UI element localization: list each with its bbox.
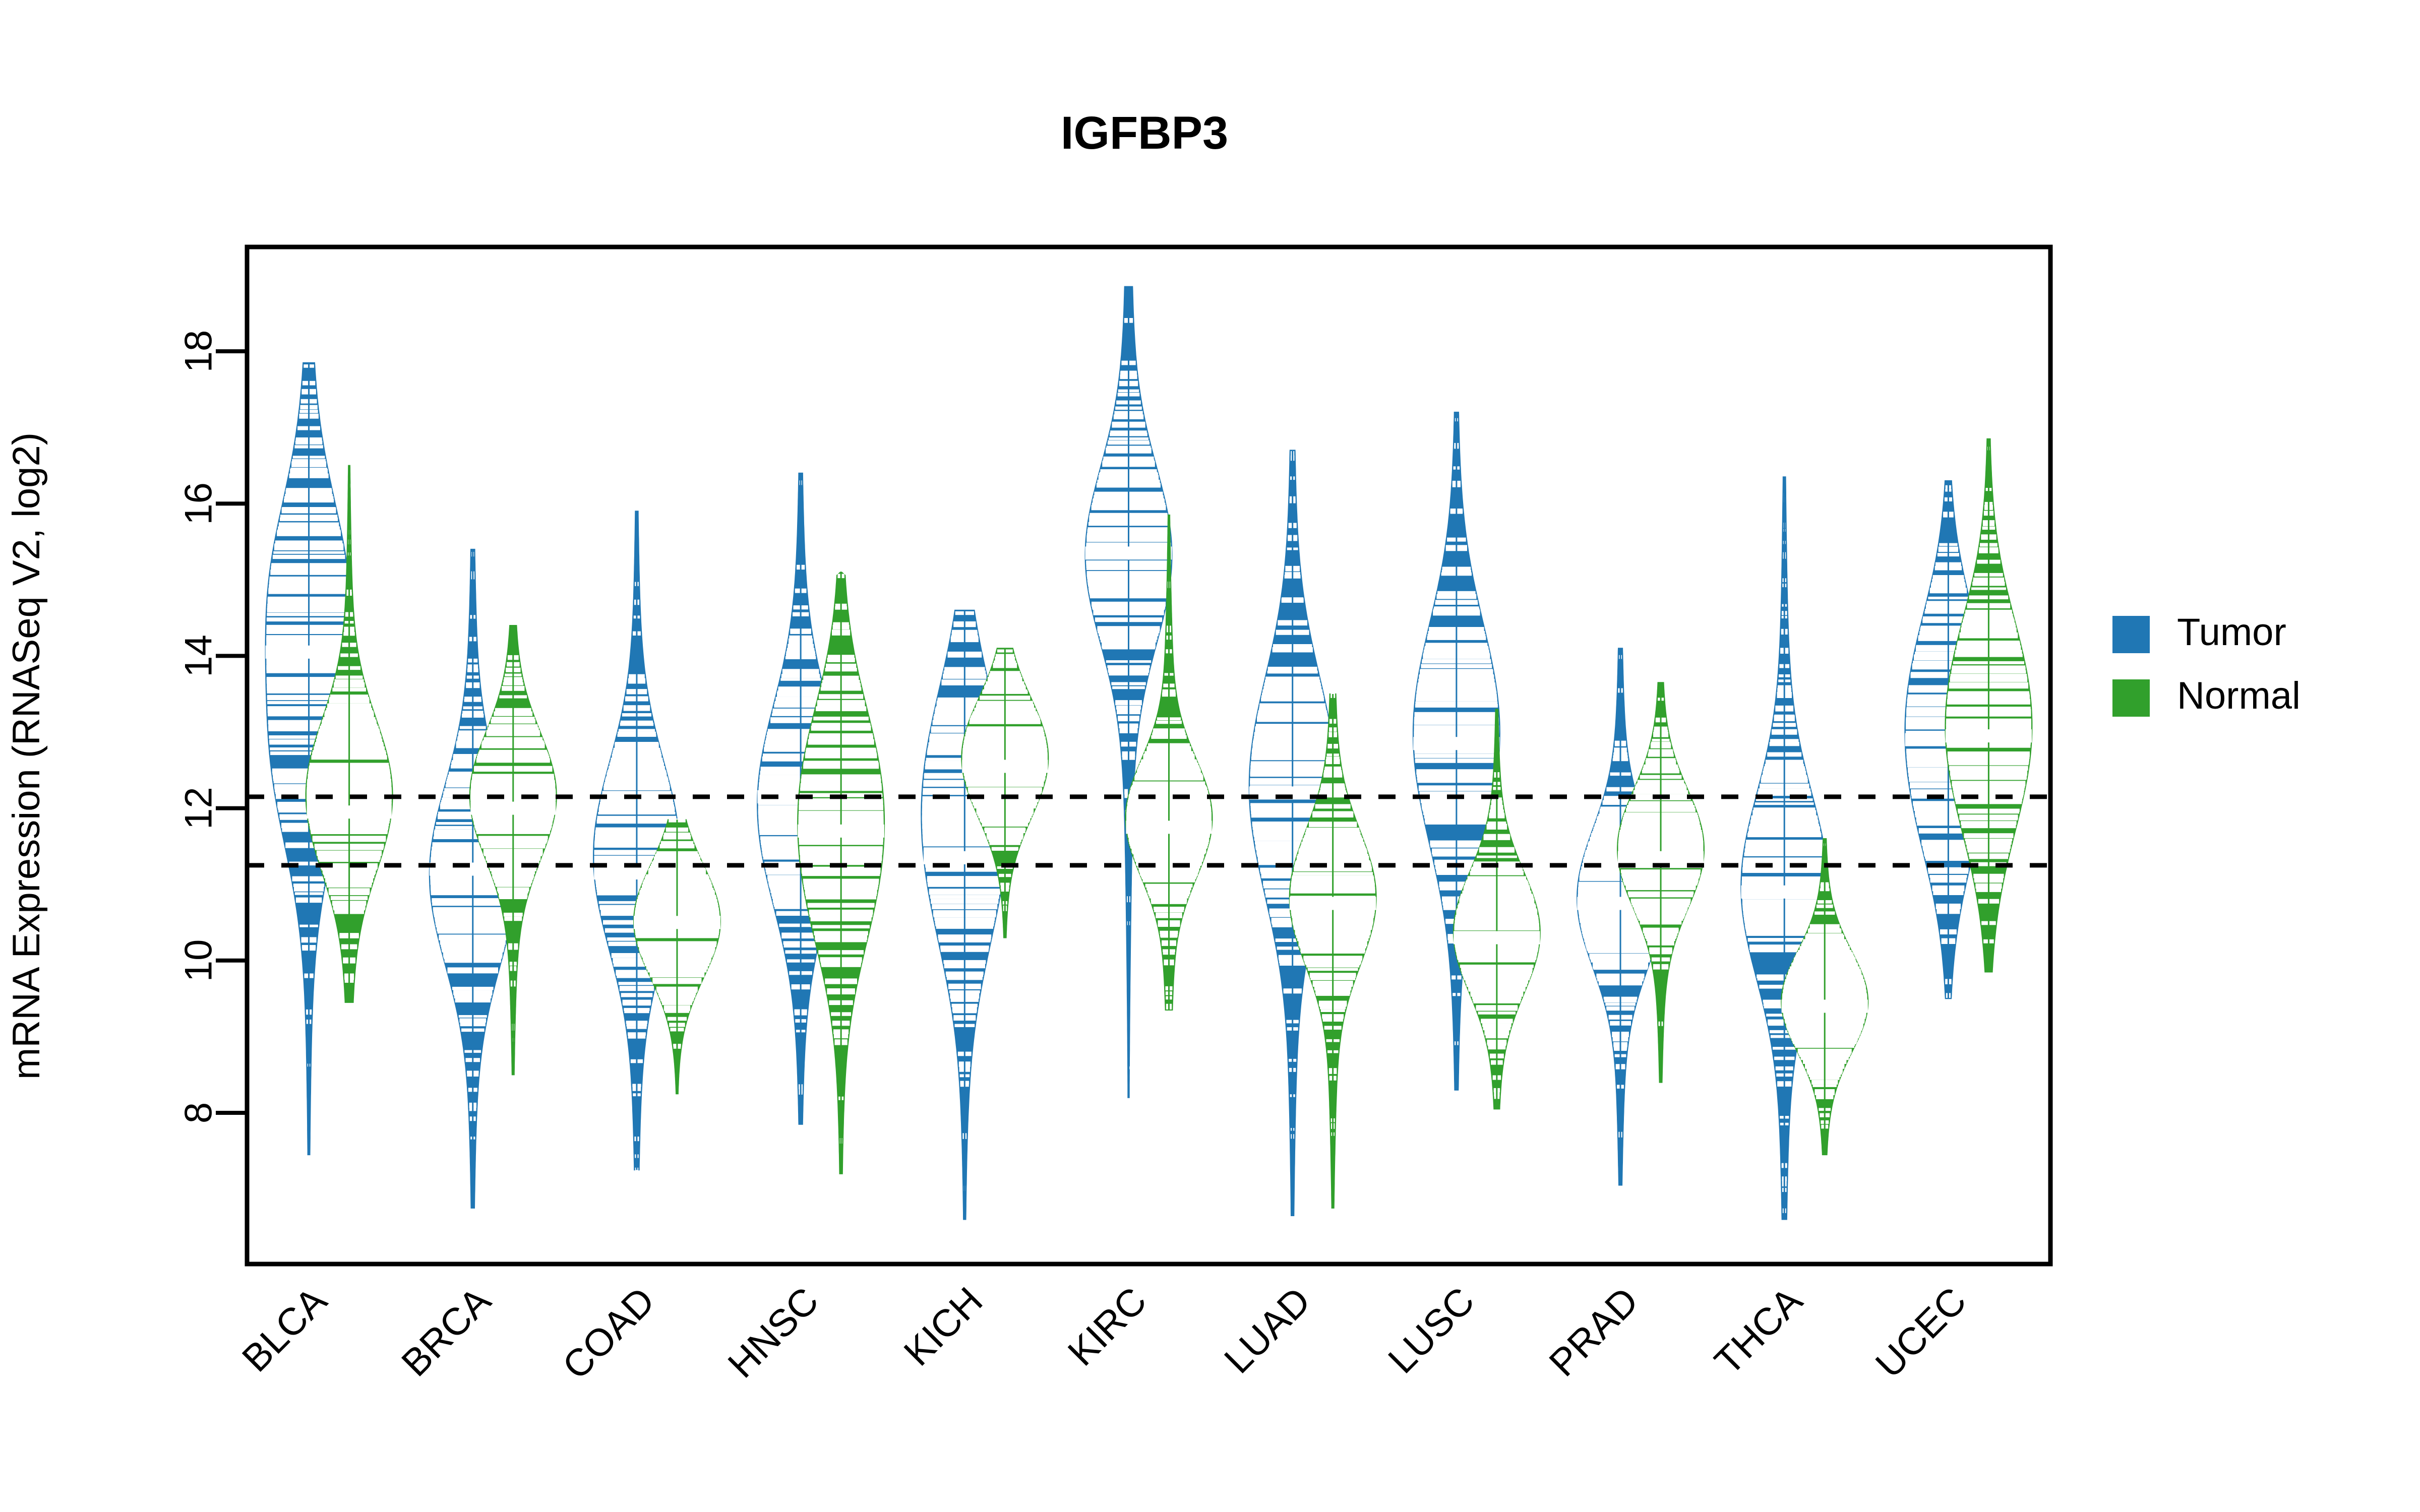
y-axis-title: mRNA Expression (RNASeq V2, log2): [5, 432, 48, 1080]
legend-swatch-tumor: [2112, 616, 2150, 653]
chart-canvas: IGFBP3 mRNA Expression (RNASeq V2, log2)…: [0, 0, 2420, 1512]
median-marker: [1413, 737, 1500, 750]
beanplot-figure: IGFBP3 mRNA Expression (RNASeq V2, log2)…: [0, 0, 2420, 1512]
median-marker: [1454, 931, 1540, 944]
median-marker: [798, 824, 884, 838]
y-tick-label: 12: [177, 787, 220, 830]
median-marker: [962, 760, 1048, 773]
median-marker: [634, 916, 720, 929]
median-marker: [470, 801, 556, 815]
y-tick-label: 10: [177, 939, 220, 982]
median-marker: [1945, 729, 2032, 743]
median-marker: [1126, 821, 1212, 834]
median-marker: [1289, 897, 1376, 910]
median-marker: [1085, 546, 1172, 560]
y-tick-label: 16: [177, 482, 220, 525]
legend-label-tumor: Tumor: [2177, 611, 2286, 654]
median-marker: [1741, 885, 1828, 899]
median-marker: [307, 805, 392, 819]
y-tick-label: 18: [177, 330, 220, 373]
y-tick-label: 8: [177, 1102, 220, 1123]
page-title: IGFBP3: [1061, 107, 1228, 159]
median-marker: [1781, 999, 1868, 1013]
y-tick-label: 14: [177, 635, 220, 677]
legend-swatch-normal: [2112, 679, 2150, 717]
median-marker: [1617, 851, 1704, 864]
legend-label-normal: Normal: [2177, 674, 2301, 717]
